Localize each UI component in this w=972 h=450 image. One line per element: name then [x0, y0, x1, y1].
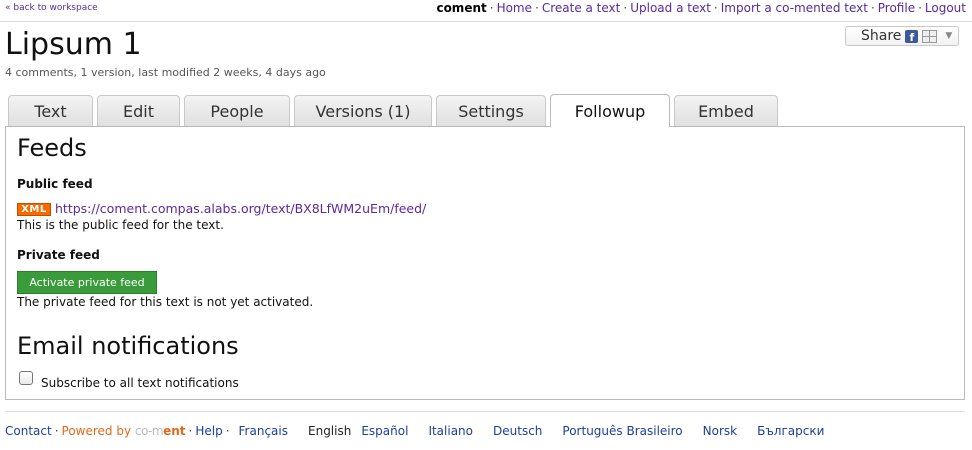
footer-divider	[5, 411, 965, 412]
share-button[interactable]: Share f ▼	[845, 26, 959, 46]
tab-text[interactable]: Text	[8, 95, 93, 126]
tab-bar: Text Edit People Versions (1) Settings F…	[8, 94, 778, 127]
feeds-heading: Feeds	[17, 134, 87, 162]
email-notifications-heading: Email notifications	[17, 332, 239, 360]
private-feed-heading: Private feed	[17, 248, 100, 262]
tab-followup[interactable]: Followup	[550, 94, 670, 127]
brand-name: coment	[436, 1, 487, 15]
lang-portugues-link[interactable]: Português Brasileiro	[562, 424, 682, 438]
activate-private-feed-button[interactable]: Activate private feed	[17, 271, 157, 294]
multi-share-icon	[922, 29, 938, 43]
nav-home-link[interactable]: Home	[497, 1, 532, 15]
tab-edit[interactable]: Edit	[97, 95, 180, 126]
public-feed-description: This is the public feed for the text.	[17, 218, 224, 232]
contact-link[interactable]: Contact	[5, 424, 52, 438]
header-divider	[0, 21, 972, 22]
lang-bulgarian-link[interactable]: Български	[757, 424, 824, 438]
subscribe-label[interactable]: Subscribe to all text notifications	[41, 376, 239, 390]
lang-espanol-link[interactable]: Español	[361, 424, 408, 438]
public-feed-heading: Public feed	[17, 177, 93, 191]
share-label: Share	[861, 28, 902, 44]
footer-separator: ·	[54, 424, 59, 438]
private-feed-description: The private feed for this text is not ye…	[17, 295, 314, 309]
tab-people[interactable]: People	[184, 95, 290, 126]
followup-panel: Feeds Public feed XML https://coment.com…	[5, 126, 965, 400]
nav-logout-link[interactable]: Logout	[925, 1, 966, 15]
page-title: Lipsum 1	[5, 27, 142, 62]
nav-separator: ·	[713, 1, 718, 15]
nav-upload-text-link[interactable]: Upload a text	[630, 1, 711, 15]
logo-ment-part: ent	[163, 424, 186, 438]
caret-down-icon[interactable]: ▼	[945, 31, 952, 41]
coment-logo[interactable]: co-ment	[135, 424, 186, 438]
powered-by-label: Powered by	[61, 424, 132, 438]
tab-versions[interactable]: Versions (1)	[294, 95, 432, 126]
help-link[interactable]: Help	[195, 424, 222, 438]
language-list: Français English Español Italiano Deutsc…	[239, 424, 835, 438]
lang-english-current: English	[308, 424, 352, 438]
footer: Contact · Powered by co-ment · Help · Fr…	[5, 424, 834, 438]
public-feed-link[interactable]: https://coment.compas.alabs.org/text/BX8…	[55, 201, 426, 216]
nav-separator: ·	[489, 1, 494, 15]
nav-import-link[interactable]: Import a co-mented text	[721, 1, 868, 15]
nav-separator: ·	[870, 1, 875, 15]
top-navigation: coment · Home · Create a text · Upload a text ·…	[436, 1, 966, 15]
tab-settings[interactable]: Settings	[436, 95, 546, 126]
footer-separator: ·	[188, 424, 193, 438]
footer-separator: ·	[225, 424, 230, 438]
lang-italiano-link[interactable]: Italiano	[428, 424, 473, 438]
lang-francais-link[interactable]: Français	[239, 424, 288, 438]
facebook-icon: f	[905, 29, 919, 43]
lang-deutsch-link[interactable]: Deutsch	[493, 424, 542, 438]
document-meta: 4 comments, 1 version, last modified 2 w…	[5, 66, 326, 79]
logo-co-part: co-m	[134, 424, 164, 438]
subscribe-checkbox[interactable]	[19, 371, 33, 385]
xml-feed-icon[interactable]: XML	[17, 203, 51, 216]
back-to-workspace-link[interactable]: « back to workspace	[5, 3, 98, 13]
nav-create-text-link[interactable]: Create a text	[542, 1, 621, 15]
tab-embed[interactable]: Embed	[674, 95, 778, 126]
nav-separator: ·	[535, 1, 539, 15]
nav-profile-link[interactable]: Profile	[878, 1, 915, 15]
nav-separator: ·	[623, 1, 628, 15]
nav-separator: ·	[918, 1, 922, 15]
lang-norsk-link[interactable]: Norsk	[703, 424, 737, 438]
